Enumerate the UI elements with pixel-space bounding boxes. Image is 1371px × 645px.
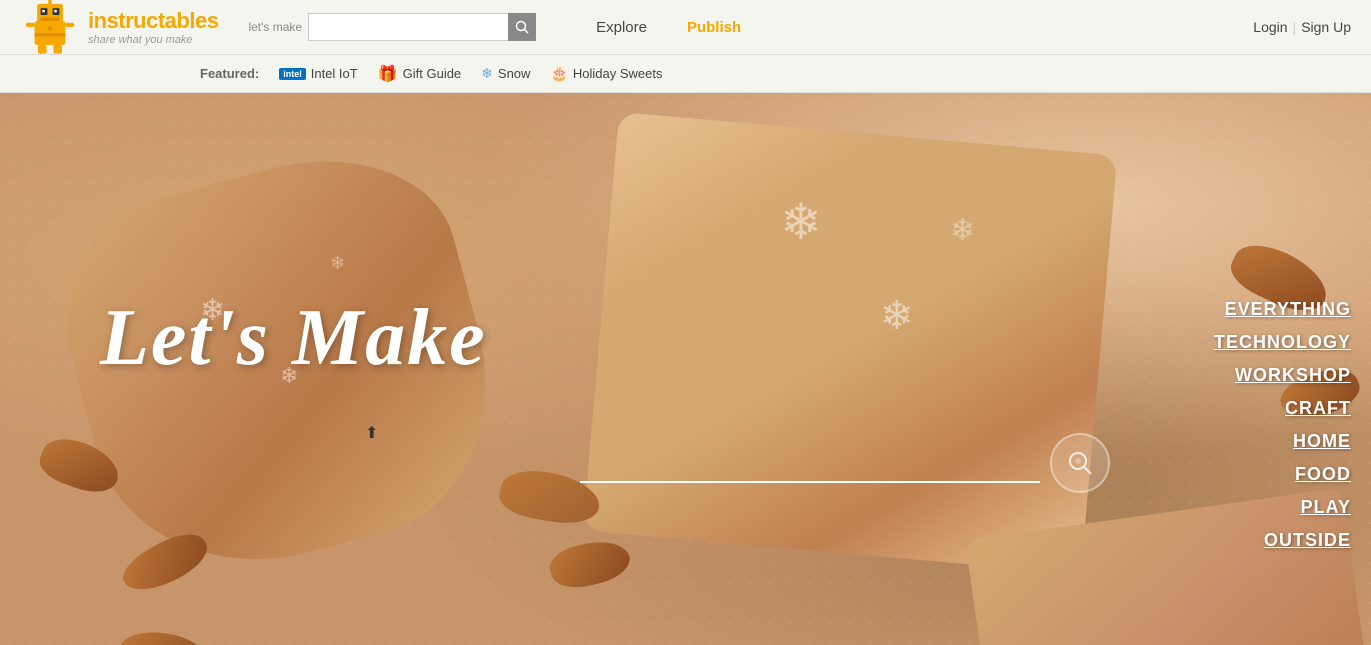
category-nav: EVERYTHING TECHNOLOGY WORKSHOP CRAFT HOM… (1194, 293, 1371, 557)
main-nav: Explore Publish (576, 19, 761, 36)
category-outside[interactable]: OUTSIDE (1244, 524, 1371, 557)
auth-area: Login | Sign Up (1253, 19, 1351, 35)
category-home[interactable]: HOME (1273, 425, 1371, 458)
explore-link[interactable]: Explore (576, 19, 667, 36)
login-link[interactable]: Login (1253, 19, 1287, 35)
gift-icon: 🎁 (378, 64, 398, 84)
search-input[interactable] (308, 13, 508, 41)
publish-link[interactable]: Publish (667, 19, 761, 36)
category-craft[interactable]: CRAFT (1265, 392, 1371, 425)
category-food[interactable]: FOOD (1275, 458, 1371, 491)
snowflake-decoration-6: ❄ (950, 213, 975, 248)
logo-robot-icon (20, 0, 80, 57)
search-label: let's make (248, 20, 302, 34)
category-technology[interactable]: TECHNOLOGY (1194, 326, 1371, 359)
search-icon (515, 20, 529, 34)
site-title: instructables (88, 8, 218, 34)
snowflake-decoration-5: ❄ (880, 293, 914, 339)
intel-icon: intel (279, 68, 306, 80)
logo-link[interactable]: instructables share what you make (20, 0, 218, 57)
featured-gift-guide[interactable]: 🎁 Gift Guide (378, 64, 461, 84)
hero-search-area (580, 433, 1110, 493)
hero-search-input[interactable] (580, 443, 1040, 483)
featured-snow-label: Snow (498, 66, 531, 81)
featured-holiday-sweets[interactable]: 🎂 Holiday Sweets (550, 65, 662, 82)
site-tagline: share what you make (88, 34, 218, 46)
category-workshop[interactable]: WORKSHOP (1215, 359, 1371, 392)
featured-snow[interactable]: ❄ Snow (481, 65, 530, 82)
featured-gift-label: Gift Guide (403, 66, 462, 81)
category-play[interactable]: PLAY (1281, 491, 1371, 524)
hero-section: ❄ ❄ ❄ ❄ ❄ ❄ Let's Make ⬆ EVERYTHING TECH… (0, 93, 1371, 645)
hero-search-button[interactable] (1050, 433, 1110, 493)
snowflake-decoration-3: ❄ (330, 253, 345, 274)
snow-icon: ❄ (481, 65, 493, 82)
hero-tagline: Let's Make (100, 293, 487, 384)
cookie-decoration-2 (583, 112, 1118, 574)
auth-divider: | (1293, 19, 1297, 35)
snowflake-decoration-4: ❄ (780, 193, 822, 251)
cake-icon: 🎂 (550, 65, 567, 82)
logo-text: instructables share what you make (88, 8, 218, 46)
site-header: instructables share what you make let's … (0, 0, 1371, 55)
featured-sweets-label: Holiday Sweets (573, 66, 663, 81)
header-search: let's make (248, 13, 536, 41)
category-everything[interactable]: EVERYTHING (1205, 293, 1371, 326)
hero-search-icon (1066, 449, 1094, 477)
search-button[interactable] (508, 13, 536, 41)
featured-bar: Featured: intel Intel IoT 🎁 Gift Guide ❄… (0, 55, 1371, 93)
signup-link[interactable]: Sign Up (1301, 19, 1351, 35)
featured-intel-label: Intel IoT (311, 66, 358, 81)
featured-intel-iot[interactable]: intel Intel IoT (279, 66, 357, 81)
featured-label: Featured: (200, 66, 259, 81)
